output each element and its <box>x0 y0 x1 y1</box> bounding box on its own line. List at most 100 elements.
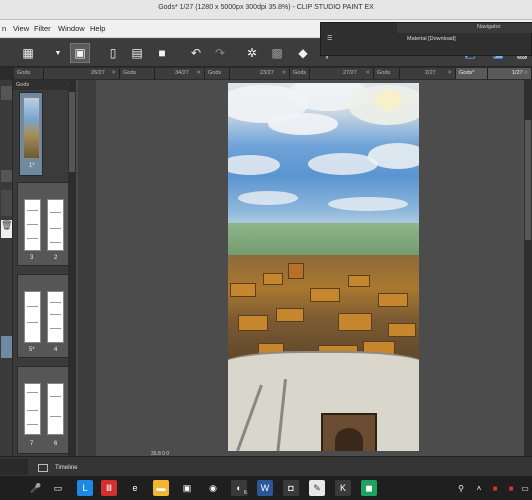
panel-menu-icon[interactable]: ☰ <box>327 35 332 42</box>
material-tab[interactable]: Material [Download] <box>407 36 456 42</box>
open-file-button[interactable]: ▤ <box>127 43 147 63</box>
tab-active-document[interactable]: 1/27 ✕ <box>488 68 532 79</box>
menu-item-partial[interactable]: n <box>2 24 6 33</box>
red-tray-icon[interactable]: ■ <box>505 480 517 496</box>
menu-item-help[interactable]: Help <box>90 24 105 33</box>
layout-grid-button[interactable]: ▦ <box>18 43 38 63</box>
trash-icon[interactable]: 🗑 <box>1 220 12 238</box>
menu-item-filter[interactable]: Filter <box>34 24 51 33</box>
microphone-icon[interactable]: 🎤 <box>28 480 44 496</box>
tab-label: Gods <box>123 70 137 76</box>
tool-slot[interactable] <box>1 170 12 182</box>
tab-document[interactable]: Gods <box>14 68 44 79</box>
save-button[interactable]: ■ <box>152 43 172 63</box>
close-icon[interactable]: ✕ <box>196 68 201 79</box>
store-icon[interactable]: ▣ <box>179 480 195 496</box>
tab-document[interactable]: 27/27 ✕ <box>310 68 374 79</box>
tab-label: 27/27 <box>343 70 357 76</box>
dropdown-button[interactable]: ▼ <box>48 43 68 63</box>
tab-label: Gods* <box>459 70 475 76</box>
person-tray-icon[interactable]: ⚲ <box>455 480 467 496</box>
tool-slot[interactable] <box>1 190 12 216</box>
tab-active-document[interactable]: Gods* <box>456 68 488 79</box>
loading-button[interactable]: ✲ <box>242 43 262 63</box>
artwork-roof <box>263 273 283 285</box>
artwork-roof <box>238 315 268 331</box>
page-spread-card[interactable]: 5* 4 <box>17 274 70 358</box>
scrollbar-thumb[interactable] <box>69 92 75 172</box>
screen-capture-button[interactable]: ▣ <box>70 43 90 63</box>
csp-icon[interactable]: ✎ <box>309 480 325 496</box>
page-spread-card[interactable]: 3 2 <box>17 182 70 266</box>
page-number: 3 <box>30 255 34 261</box>
page-thumbnail-image <box>24 383 41 435</box>
page-number: 2 <box>54 255 58 261</box>
page-number: 6 <box>54 441 58 447</box>
red-app-icon[interactable]: Ⅲ <box>101 480 117 496</box>
page-thumbnail-card[interactable]: 1* <box>19 92 43 176</box>
page-manager-title: Gods <box>16 82 30 88</box>
fill-button[interactable]: ◆ <box>293 43 313 63</box>
page-thumbnail-image <box>24 291 41 343</box>
chrome-icon[interactable]: ◉ <box>205 480 221 496</box>
tab-label: Gods <box>293 70 307 76</box>
pen-app-icon[interactable]: K <box>335 480 351 496</box>
navigator-header <box>397 23 532 33</box>
windows-taskbar: 🎤 ▭ L Ⅲe ▬ ▣ ◉ ◐ W ◘ ✎ K ◼ 6 ⚲ ˄ ■ ■ ▭ <box>0 476 532 500</box>
timeline-icon[interactable] <box>38 464 48 472</box>
tab-document[interactable]: 2/27 ✕ <box>400 68 456 79</box>
tab-document[interactable]: Gods <box>205 68 230 79</box>
canvas-artwork[interactable] <box>228 83 419 451</box>
redo-icon: ↷ <box>214 46 226 60</box>
close-icon[interactable]: ✕ <box>281 68 286 79</box>
page-list-scrollbar[interactable] <box>68 80 76 456</box>
artwork-roof <box>276 308 304 322</box>
page-spread-card[interactable]: 7 6 <box>17 366 70 454</box>
menu-item-view[interactable]: View <box>13 24 29 33</box>
tab-document[interactable]: 23/27 ✕ <box>230 68 290 79</box>
tab-document[interactable]: Gods <box>374 68 400 79</box>
open-folder-icon: ▤ <box>131 46 143 60</box>
camera-icon[interactable]: ◘ <box>283 480 299 496</box>
folder-icon[interactable]: ▬ <box>153 480 169 496</box>
close-icon[interactable]: ✕ <box>111 68 116 79</box>
close-icon[interactable]: ✕ <box>365 68 370 79</box>
close-icon[interactable]: ✕ <box>447 68 452 79</box>
red-tray-icon[interactable]: ■ <box>489 480 501 496</box>
canvas-gutter <box>78 80 96 456</box>
new-file-button[interactable]: ▯ <box>103 43 123 63</box>
word-icon[interactable]: W <box>257 480 273 496</box>
chat-icon[interactable]: ◼ <box>361 480 377 496</box>
tab-document[interactable]: 26/27 ✕ <box>44 68 120 79</box>
page-thumbnail-image <box>47 199 64 251</box>
tool-slot[interactable] <box>1 86 12 100</box>
page-number: 4 <box>54 347 58 353</box>
l-app-icon[interactable]: L <box>77 480 93 496</box>
artwork-roof <box>348 275 370 287</box>
page-thumbnail-image <box>47 291 64 343</box>
timeline-tab[interactable]: Timeline <box>55 465 77 471</box>
tab-document[interactable]: 34/27 ✕ <box>155 68 205 79</box>
tab-document[interactable]: Gods <box>290 68 310 79</box>
menu-item-window[interactable]: Window <box>58 24 85 33</box>
artwork-roof <box>310 288 340 302</box>
monitor-icon: ▣ <box>74 46 86 60</box>
navigator-tab[interactable]: Navigator <box>477 24 501 30</box>
canvas-scrollbar[interactable] <box>524 80 532 456</box>
edge-icon[interactable]: e <box>127 480 143 496</box>
grid-icon: ▦ <box>22 46 34 60</box>
task-view-icon[interactable]: ▭ <box>50 480 66 496</box>
document-tab-bar: Gods 26/27 ✕ Gods 34/27 ✕ Gods 23/27 ✕ Gods… <box>0 67 532 80</box>
scrollbar-thumb[interactable] <box>525 120 531 240</box>
artwork-cloud <box>238 191 298 205</box>
redo-button[interactable]: ↷ <box>210 43 230 63</box>
network-tray-icon[interactable]: ▭ <box>519 480 531 496</box>
close-icon[interactable]: ✕ <box>523 68 528 79</box>
artwork-sun <box>376 89 402 111</box>
undo-button[interactable]: ↶ <box>186 43 206 63</box>
transform-button[interactable]: ▩ <box>267 43 287 63</box>
tool-slot-selected[interactable] <box>1 336 12 358</box>
page-manager-panel: Gods ▾ 1* 3 2 <box>13 80 75 456</box>
chevron-up-icon[interactable]: ˄ <box>473 480 485 496</box>
tab-document[interactable]: Gods <box>120 68 155 79</box>
